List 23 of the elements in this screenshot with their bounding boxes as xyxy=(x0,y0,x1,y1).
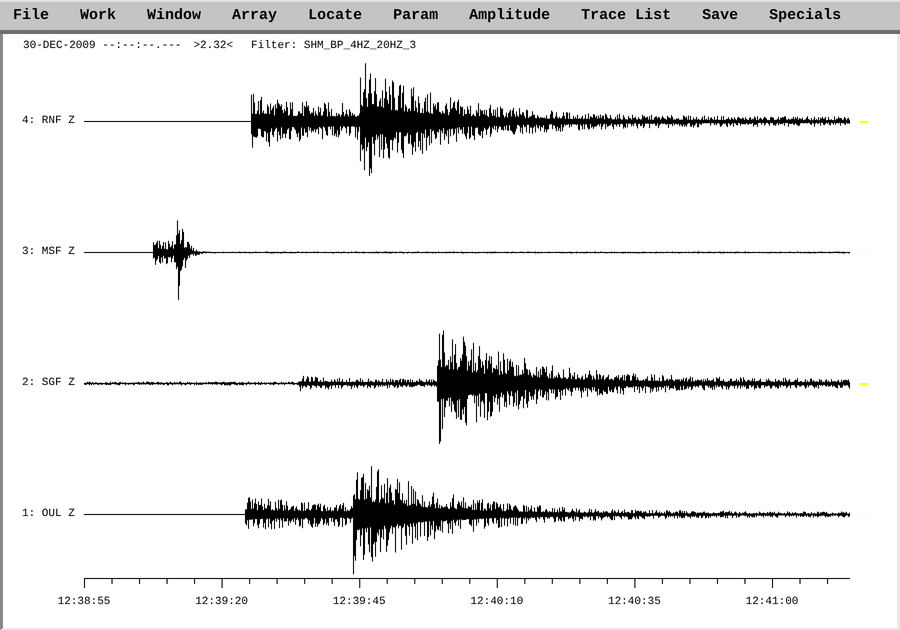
trace-label: 3: MSF Z xyxy=(21,245,76,260)
axis-label: 12:40:35 xyxy=(608,596,661,608)
trace-label: 4: RNF Z xyxy=(21,114,76,130)
trace-label: 2: SGF Z xyxy=(21,376,76,392)
axis-label: 12:38:55 xyxy=(58,596,110,608)
axis-label: 12:39:45 xyxy=(332,596,386,608)
menu-item[interactable]: Locate xyxy=(308,4,362,28)
axis-label: 12:39:20 xyxy=(195,596,248,608)
menu-item[interactable]: Specials xyxy=(769,4,842,28)
menu-item[interactable]: Work xyxy=(80,4,116,28)
menu-item[interactable]: Array xyxy=(232,4,278,28)
filter-label: Filter: SHM_BP_4HZ_20HZ_3 xyxy=(251,38,416,54)
menu-item[interactable]: Save xyxy=(702,4,738,28)
menu-item[interactable]: Amplitude xyxy=(469,4,550,28)
amplitude-value: >2.32< xyxy=(193,38,234,54)
menu-item[interactable]: Trace List xyxy=(581,4,672,28)
axis-label: 12:41:00 xyxy=(746,596,798,608)
trace-label: 1: OUL Z xyxy=(21,507,76,522)
menu-item[interactable]: Param xyxy=(393,4,438,28)
menu-item[interactable]: File xyxy=(13,4,50,28)
menu-item[interactable]: Window xyxy=(147,4,202,28)
axis-label: 12:40:10 xyxy=(470,596,524,608)
timestamp: 30-DEC-2009 --:--:--.--- xyxy=(23,38,182,54)
